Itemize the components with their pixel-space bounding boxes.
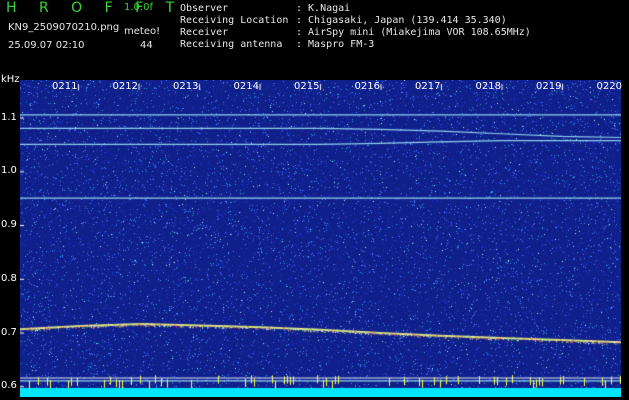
header-panel: H R O F F T 1.0.0f KN9_2509070210.png me… [0,0,629,76]
time-tick-label: 0216 [354,81,380,92]
time-tick-label: 0214 [233,81,259,92]
meta-antenna-label: Receiving antenna [180,39,283,50]
time-tick-label: 0217 [415,81,441,92]
time-tick-label: 0215 [294,81,320,92]
meta-antenna-value: : Maspro FM-3 [296,39,375,50]
y-tick-label: 1.1 [1,111,17,123]
file-name: KN9_2509070210.png [8,22,120,33]
app-title: H R O F F T [6,0,184,16]
y-tick-label: 0.9 [1,219,17,231]
time-tick-label: 0220 [596,81,622,92]
datetime-label: 25.09.07 02:10 [8,40,85,51]
y-tick-label: 0.7 [1,326,17,338]
spectrogram-canvas [20,80,621,397]
y-tick-label: 0.8 [1,272,17,284]
y-tick-label: 0.6 [1,380,17,392]
meta-observer-value: : K.Nagai [296,3,351,14]
time-tick-label: 0212 [112,81,138,92]
time-tick-label: 0218 [475,81,501,92]
mode-label: meteo! [124,26,161,37]
count-label: 44 [140,40,153,51]
y-tick-label: 1.0 [1,165,17,177]
meta-location-value: : Chigasaki, Japan (139.414 35.340) [296,15,507,26]
time-tick-label: 0213 [173,81,199,92]
meta-location-label: Receiving Location [180,15,289,26]
meta-observer-label: Observer [180,3,229,14]
y-axis: 1.1 1.0 0.9 0.8 0.7 0.6 [0,80,20,400]
app-version: 1.0.0f [124,2,153,13]
meta-receiver-label: Receiver [180,27,229,38]
meta-receiver-value: : AirSpy mini (Miakejima VOR 108.65MHz) [296,27,531,38]
time-tick-label: 0211 [52,81,78,92]
time-tick-label: 0219 [536,81,562,92]
